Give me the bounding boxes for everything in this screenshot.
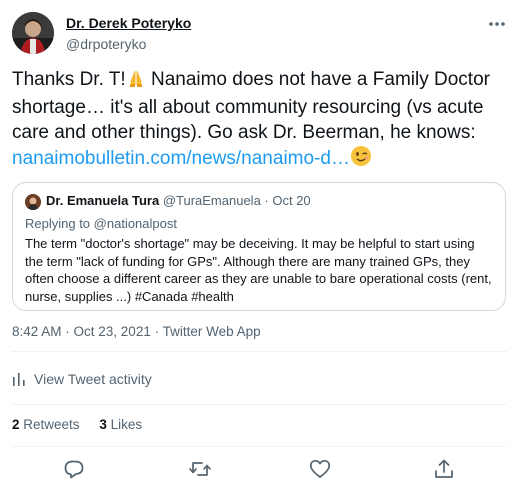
divider <box>12 404 507 405</box>
retweets-stat[interactable]: 2 Retweets <box>12 417 80 432</box>
author-handle[interactable]: @drpoteryko <box>66 36 146 52</box>
more-options-icon[interactable] <box>487 14 507 34</box>
reply-icon[interactable] <box>62 457 86 481</box>
likes-label: Likes <box>110 417 143 432</box>
replying-to: Replying to @nationalpost <box>25 216 177 231</box>
like-icon[interactable] <box>308 457 332 481</box>
folded-hands-icon <box>126 68 146 95</box>
analytics-icon <box>13 373 25 386</box>
share-icon[interactable] <box>432 457 456 481</box>
tweet-text: Thanks Dr. T! Nanaimo does not have a Fa… <box>12 67 512 174</box>
divider <box>12 446 507 447</box>
author-name[interactable]: Dr. Derek Poteryko <box>66 15 191 31</box>
action-bar <box>0 455 519 483</box>
view-activity-label: View Tweet activity <box>34 371 152 387</box>
likes-stat[interactable]: 3 Likes <box>99 417 142 432</box>
tweet-card: Dr. Derek Poteryko @drpoteryko Thanks Dr… <box>0 0 519 488</box>
replying-mention[interactable]: @nationalpost <box>94 216 177 231</box>
retweets-label: Retweets <box>23 417 80 432</box>
replying-prefix: Replying to <box>25 216 94 231</box>
quoted-text: The term "doctor's shortage" may be dece… <box>25 236 492 304</box>
retweets-count: 2 <box>12 417 20 432</box>
author-avatar[interactable] <box>12 12 54 54</box>
winking-face-icon <box>350 145 372 174</box>
view-activity-link[interactable]: View Tweet activity <box>12 369 152 389</box>
quoted-author-name[interactable]: Dr. Emanuela Tura <box>46 193 159 208</box>
engagement-stats: 2 Retweets 3 Likes <box>12 417 158 432</box>
quoted-tweet[interactable]: Dr. Emanuela Tura @TuraEmanuela · Oct 20… <box>12 182 506 311</box>
quoted-separator: · <box>260 193 273 208</box>
quoted-date[interactable]: Oct 20 <box>272 193 310 208</box>
retweet-icon[interactable] <box>188 457 212 481</box>
likes-count: 3 <box>99 417 107 432</box>
tweet-text-start: Thanks Dr. T! <box>12 69 126 90</box>
quoted-author-handle[interactable]: @TuraEmanuela <box>163 193 261 208</box>
quoted-header: Dr. Emanuela Tura @TuraEmanuela · Oct 20 <box>46 193 311 208</box>
tweet-timestamp[interactable]: 8:42 AM · Oct 23, 2021 · Twitter Web App <box>12 324 261 339</box>
article-link[interactable]: nanaimobulletin.com/news/nanaimo-d… <box>12 148 350 169</box>
divider <box>12 351 507 352</box>
quoted-author-avatar[interactable] <box>25 194 41 210</box>
